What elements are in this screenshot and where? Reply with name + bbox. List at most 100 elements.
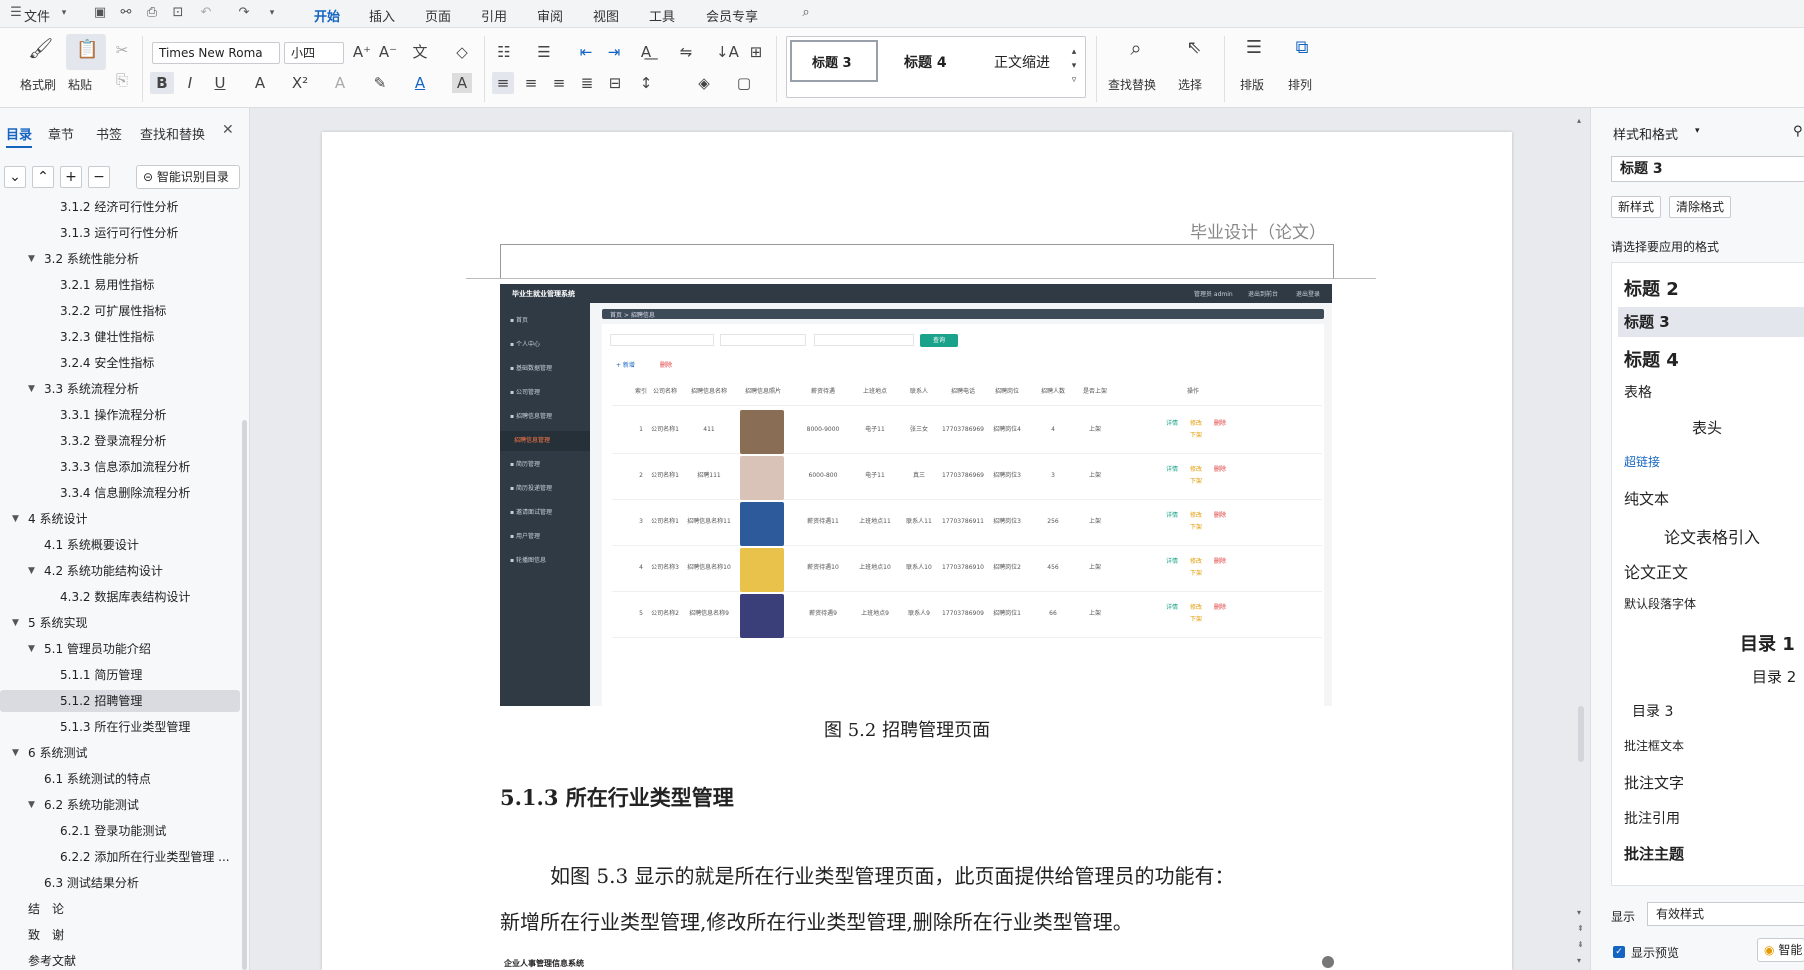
new-style-button[interactable]: 新样式 (1611, 196, 1661, 218)
char-spacing-icon[interactable]: A͟ (636, 42, 656, 62)
undo-icon[interactable]: ↶ (198, 5, 214, 21)
format-painter-button[interactable]: 格式刷 (20, 76, 56, 93)
direction-icon[interactable]: ⇋ (676, 42, 696, 62)
char-shading-icon[interactable]: A (452, 73, 472, 93)
remove-item-button[interactable]: − (88, 166, 110, 188)
close-icon[interactable]: ✕ (222, 122, 234, 138)
font-name-select[interactable]: Times New Roma (152, 42, 280, 64)
toc-item[interactable]: ▼ 6.2 系统功能测试 (0, 794, 240, 816)
underline-icon[interactable]: U (210, 73, 230, 93)
expand-arrow-icon[interactable]: ▼ (12, 742, 19, 764)
style-body-indent-button[interactable]: 正文缩进 (994, 52, 1050, 72)
expand-arrow-icon[interactable]: ▼ (12, 508, 19, 530)
chevron-down-icon[interactable]: ▾ (56, 5, 72, 21)
preview-icon[interactable]: ⊡ (170, 5, 186, 21)
style-item[interactable]: 批注主题 (1624, 843, 1684, 864)
toc-item[interactable]: 结 论 (0, 898, 240, 920)
redo-icon[interactable]: ↷ (236, 5, 252, 21)
toc-item[interactable]: 4.1 系统概要设计 (0, 534, 240, 556)
bullet-list-icon[interactable]: ☷ (494, 42, 514, 62)
style-item[interactable]: 目录 1 (1740, 630, 1795, 656)
preview-checkbox[interactable]: ✓ (1613, 946, 1625, 958)
paste-label[interactable]: 粘贴 (68, 76, 92, 93)
scroll-end-icon[interactable]: ▾ (1577, 956, 1581, 965)
expand-arrow-icon[interactable]: ▼ (28, 248, 35, 270)
align-right-icon[interactable]: ≡ (549, 73, 569, 93)
tab-view[interactable]: 视图 (593, 6, 619, 25)
toc-item[interactable]: 3.3.2 登录流程分析 (0, 430, 240, 452)
layout-button[interactable]: 排版 (1240, 76, 1264, 93)
style-item[interactable]: 默认段落字体 (1624, 595, 1696, 612)
clear-format-button[interactable]: 清除格式 (1669, 196, 1731, 218)
show-filter-select[interactable]: 有效样式 (1647, 902, 1804, 926)
file-menu[interactable]: 文件 (24, 6, 50, 25)
style-item[interactable]: 目录 3 (1632, 701, 1673, 721)
italic-icon[interactable]: I (180, 73, 200, 93)
style-item[interactable]: 纯文本 (1624, 488, 1669, 509)
smart-button[interactable]: ◉ 智能 (1757, 938, 1804, 962)
font-size-select[interactable]: 小四 (284, 42, 344, 64)
more-icon[interactable]: ▾ (264, 5, 280, 21)
toc-item[interactable]: 5.1.3 所在行业类型管理 (0, 716, 240, 738)
find-replace-button[interactable]: 查找替换 (1108, 76, 1156, 93)
toc-scrollbar[interactable] (242, 420, 247, 970)
style-item[interactable]: 目录 2 (1752, 666, 1796, 687)
style-heading4-button[interactable]: 标题 4 (904, 52, 947, 72)
cut-icon[interactable]: ✂ (112, 40, 132, 60)
show-marks-icon[interactable]: ⊞ (746, 42, 766, 62)
tab-toc[interactable]: 目录 (6, 124, 33, 148)
tab-chapters[interactable]: 章节 (48, 124, 74, 143)
save-icon[interactable]: ▣ (92, 5, 108, 21)
toc-item[interactable]: 5.1.1 简历管理 (0, 664, 240, 686)
tab-page[interactable]: 页面 (425, 6, 451, 25)
expand-arrow-icon[interactable]: ▼ (28, 794, 35, 816)
select-button[interactable]: 选择 (1178, 76, 1202, 93)
toc-item[interactable]: ▼ 4.2 系统功能结构设计 (0, 560, 240, 582)
doc-scrollbar[interactable] (1578, 706, 1584, 762)
style-item[interactable]: 超链接 (1624, 453, 1660, 470)
toc-item[interactable]: ▼ 3.2 系统性能分析 (0, 248, 240, 270)
toc-item[interactable]: 4.3.2 数据库表结构设计 (0, 586, 240, 608)
align-center-icon[interactable]: ≡ (521, 73, 541, 93)
distribute-icon[interactable]: ⊟ (605, 73, 625, 93)
toc-item[interactable]: 6.1 系统测试的特点 (0, 768, 240, 790)
style-item[interactable]: 标题 2 (1624, 275, 1679, 301)
link-icon[interactable]: ⚯ (118, 5, 134, 21)
shading-icon[interactable]: ◈ (694, 73, 714, 93)
collapse-button[interactable]: ⌃ (32, 166, 54, 188)
page-up-icon[interactable]: ⇞ (1577, 924, 1584, 933)
style-item[interactable]: 标题 4 (1624, 346, 1679, 372)
toc-item[interactable]: 6.2.2 添加所在行业类型管理 ... (0, 846, 240, 868)
search-icon[interactable]: ⌕ (798, 5, 814, 21)
style-item[interactable]: 批注文字 (1624, 772, 1684, 793)
toc-item[interactable]: ▼ 3.3 系统流程分析 (0, 378, 240, 400)
gallery-expand-icon[interactable]: ▿ (1064, 70, 1084, 90)
sort-icon[interactable]: ↓A (716, 42, 739, 62)
text-effect-icon[interactable]: A (330, 73, 350, 93)
expand-arrow-icon[interactable]: ▼ (28, 560, 35, 582)
toc-item[interactable]: ▼ 6 系统测试 (0, 742, 240, 764)
style-item[interactable]: 论文表格引入 (1664, 524, 1760, 548)
expand-arrow-icon[interactable]: ▼ (28, 638, 35, 660)
scroll-up-icon[interactable]: ▴ (1577, 116, 1581, 125)
highlight-icon[interactable]: ✎ (370, 73, 390, 93)
numbered-list-icon[interactable]: ☰ (534, 42, 554, 62)
superscript-icon[interactable]: X² (290, 73, 310, 93)
toc-item[interactable]: 3.3.1 操作流程分析 (0, 404, 240, 426)
toc-item[interactable]: ▼ 4 系统设计 (0, 508, 240, 530)
toc-item[interactable]: 6.3 测试结果分析 (0, 872, 240, 894)
decrease-indent-icon[interactable]: ⇤ (576, 42, 596, 62)
arrange-button[interactable]: 排列 (1288, 76, 1312, 93)
toc-item[interactable]: 3.2.3 健壮性指标 (0, 326, 240, 348)
hamburger-icon[interactable]: ☰ (8, 5, 24, 21)
line-spacing-icon[interactable]: ↕ (636, 73, 656, 93)
copy-icon[interactable]: ⎘ (112, 70, 132, 90)
tab-find-replace[interactable]: 查找和替换 (140, 124, 205, 143)
style-item[interactable]: 批注引用 (1624, 808, 1680, 828)
phonetic-icon[interactable]: 文 (410, 42, 430, 62)
tab-bookmarks[interactable]: 书签 (96, 124, 122, 143)
page-down-icon[interactable]: ⇟ (1577, 940, 1584, 949)
tab-reference[interactable]: 引用 (481, 6, 507, 25)
toc-item[interactable]: 3.2.4 安全性指标 (0, 352, 240, 374)
toc-item[interactable]: 3.1.2 经济可行性分析 (0, 198, 240, 218)
